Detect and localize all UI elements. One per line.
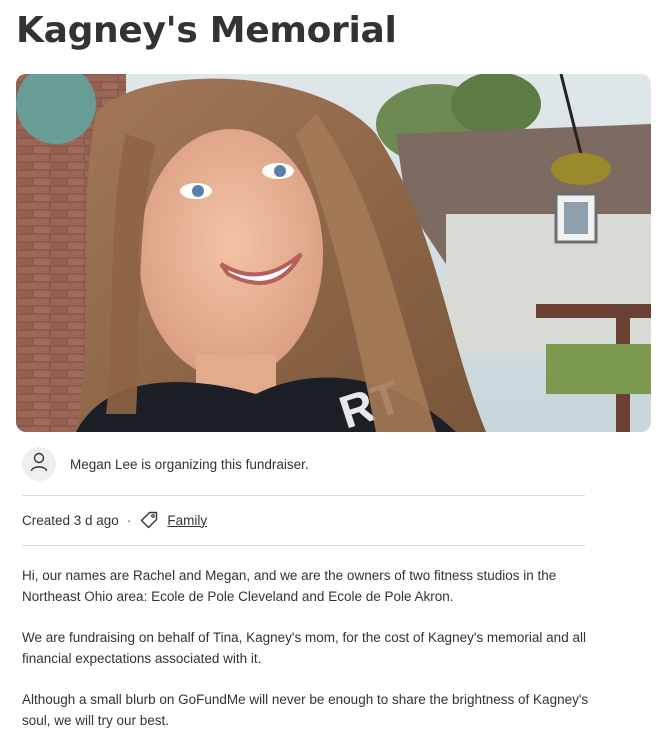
organizer-text: Megan Lee is organizing this fundraiser.	[70, 456, 309, 472]
hero-photo[interactable]: RT	[16, 74, 651, 432]
divider	[22, 495, 585, 496]
created-time: Created 3 d ago	[22, 512, 119, 528]
user-icon	[30, 452, 48, 477]
story-paragraph: Although a small blurb on GoFundMe will …	[22, 692, 589, 728]
divider	[22, 545, 585, 546]
fundraiser-meta: Created 3 d ago · Family	[22, 508, 207, 532]
category-link[interactable]: Family	[167, 513, 207, 528]
story-paragraph: We are fundraising on behalf of Tina, Ka…	[22, 630, 586, 666]
organizer-row: Megan Lee is organizing this fundraiser.	[22, 446, 309, 482]
separator-dot: ·	[126, 512, 132, 528]
story-section: Hi, our names are Rachel and Megan, and …	[22, 565, 592, 751]
avatar	[22, 447, 56, 481]
page-title: Kagney's Memorial	[16, 10, 397, 51]
tag-icon	[139, 510, 159, 530]
story-paragraph: Hi, our names are Rachel and Megan, and …	[22, 568, 557, 604]
